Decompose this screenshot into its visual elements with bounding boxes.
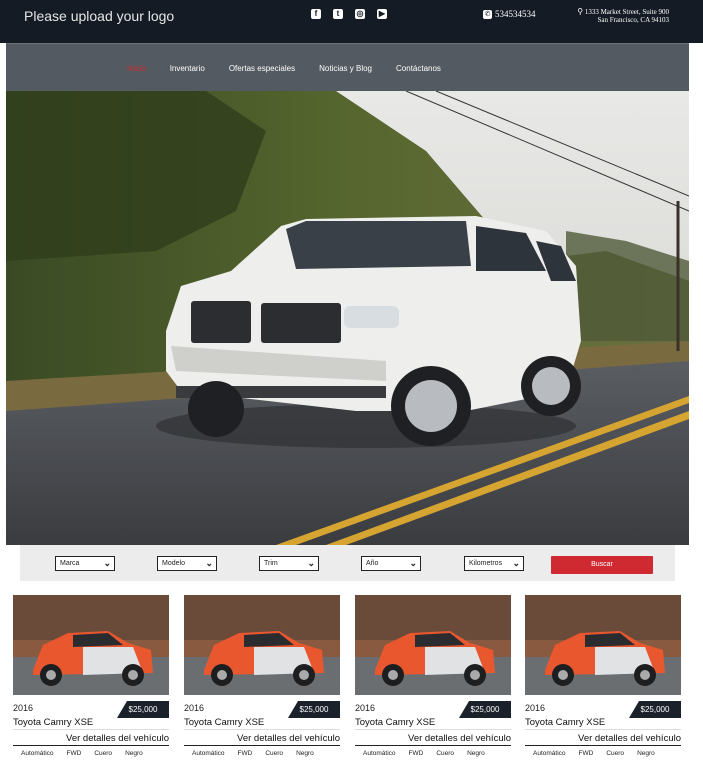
chevron-down-icon: ⌄ — [103, 558, 111, 568]
car-thumbnail[interactable] — [13, 595, 169, 695]
price-badge: $25,000 — [117, 701, 169, 718]
spec-interior: Cuero — [436, 750, 455, 757]
listing-specs: Automático FWD Cuero Negro — [21, 750, 169, 757]
instagram-icon[interactable]: ◎ — [355, 9, 365, 19]
spec-interior: Cuero — [94, 750, 113, 757]
twitter-icon[interactable]: t — [333, 9, 343, 19]
phone-icon: ✆ — [483, 9, 492, 19]
main-nav: Inicio Inventario Ofertas especiales Not… — [6, 43, 689, 91]
listing-specs: Automático FWD Cuero Negro — [192, 750, 340, 757]
listing-card[interactable]: 2016 $25,000 Toyota Camry XSE Ver detall… — [184, 595, 340, 777]
listing-specs: Automático FWD Cuero Negro — [363, 750, 511, 757]
listing-year: 2016 — [355, 703, 376, 713]
listing-title[interactable]: Toyota Camry XSE — [13, 717, 93, 728]
listing-year: 2016 — [525, 703, 546, 713]
filter-kilometros-label: Kilometros — [469, 560, 503, 567]
price-badge: $25,000 — [288, 701, 340, 718]
view-details-link[interactable]: Ver detalles del vehículo — [66, 733, 169, 744]
top-bar: Please upload your logo f t ◎ ▶ ✆ 534534… — [0, 0, 703, 43]
filter-marca-label: Marca — [60, 560, 80, 567]
nav-menu: Inicio Inventario Ofertas especiales Not… — [127, 64, 465, 73]
listing-card[interactable]: 2016 $25,000 Toyota Camry XSE Ver detall… — [13, 595, 169, 777]
view-details-link[interactable]: Ver detalles del vehículo — [578, 733, 681, 744]
search-filter-bar: Marca ⌄ Modelo ⌄ Trim ⌄ Año ⌄ Kilometros ⌄ Bu… — [20, 545, 675, 581]
spec-drive: FWD — [66, 750, 82, 757]
nav-item-ofertas[interactable]: Ofertas especiales — [229, 64, 295, 73]
logo-text[interactable]: Please upload your logo — [24, 8, 174, 24]
address-line2: San Francisco, CA 94103 — [597, 16, 669, 24]
chevron-down-icon: ⌄ — [409, 558, 417, 568]
filter-ano-label: Año — [366, 560, 379, 567]
nav-item-inventario[interactable]: Inventario — [170, 64, 205, 73]
spec-transmission: Automático — [363, 750, 396, 757]
listing-card[interactable]: 2016 $25,000 Toyota Camry XSE Ver detall… — [355, 595, 511, 777]
divider — [525, 745, 681, 746]
listing-title[interactable]: Toyota Camry XSE — [525, 717, 605, 728]
search-button[interactable]: Buscar — [551, 556, 653, 574]
divider — [13, 745, 169, 746]
spec-color: Negro — [296, 750, 314, 757]
facebook-icon[interactable]: f — [311, 9, 321, 19]
spec-interior: Cuero — [606, 750, 625, 757]
spec-transmission: Automático — [192, 750, 225, 757]
social-links: f t ◎ ▶ — [311, 9, 387, 19]
filter-modelo-label: Modelo — [162, 560, 185, 567]
view-details-link[interactable]: Ver detalles del vehículo — [237, 733, 340, 744]
listing-year: 2016 — [184, 703, 205, 713]
address: ⚲ 1333 Market Street, Suite 900 San Fran… — [563, 7, 669, 25]
car-thumbnail[interactable] — [525, 595, 681, 695]
youtube-icon[interactable]: ▶ — [377, 9, 387, 19]
price-badge: $25,000 — [459, 701, 511, 718]
spec-drive: FWD — [408, 750, 424, 757]
filter-marca[interactable]: Marca ⌄ — [55, 556, 115, 571]
car-thumbnail[interactable] — [184, 595, 340, 695]
price-badge: $25,000 — [629, 701, 681, 718]
phone-number: 534534534 — [495, 9, 536, 19]
listing-title[interactable]: Toyota Camry XSE — [355, 717, 435, 728]
divider — [525, 729, 681, 730]
listing-specs: Automático FWD Cuero Negro — [533, 750, 681, 757]
nav-item-noticias[interactable]: Noticias y Blog — [319, 64, 372, 73]
listing-card[interactable]: 2016 $25,000 Toyota Camry XSE Ver detall… — [525, 595, 681, 777]
car-thumbnail[interactable] — [355, 595, 511, 695]
spec-interior: Cuero — [265, 750, 284, 757]
filter-kilometros[interactable]: Kilometros ⌄ — [464, 556, 524, 571]
listing-title[interactable]: Toyota Camry XSE — [184, 717, 264, 728]
filter-modelo[interactable]: Modelo ⌄ — [157, 556, 217, 571]
chevron-down-icon: ⌄ — [512, 558, 520, 568]
divider — [355, 729, 511, 730]
hero-image — [6, 91, 689, 545]
listing-year: 2016 — [13, 703, 34, 713]
spec-transmission: Automático — [21, 750, 54, 757]
spec-drive: FWD — [237, 750, 253, 757]
filter-trim[interactable]: Trim ⌄ — [259, 556, 319, 571]
view-details-link[interactable]: Ver detalles del vehículo — [408, 733, 511, 744]
divider — [184, 745, 340, 746]
nav-item-contacto[interactable]: Contáctanos — [396, 64, 441, 73]
spec-color: Negro — [467, 750, 485, 757]
spec-transmission: Automático — [533, 750, 566, 757]
spec-color: Negro — [637, 750, 655, 757]
divider — [13, 729, 169, 730]
filter-trim-label: Trim — [264, 560, 278, 567]
map-pin-icon: ⚲ — [577, 7, 584, 16]
spec-drive: FWD — [578, 750, 594, 757]
chevron-down-icon: ⌄ — [205, 558, 213, 568]
phone-contact[interactable]: ✆ 534534534 — [483, 9, 536, 19]
divider — [184, 729, 340, 730]
nav-item-inicio[interactable]: Inicio — [127, 64, 146, 73]
divider — [355, 745, 511, 746]
spec-color: Negro — [125, 750, 143, 757]
address-line1: 1333 Market Street, Suite 900 — [584, 8, 669, 16]
chevron-down-icon: ⌄ — [307, 558, 315, 568]
filter-ano[interactable]: Año ⌄ — [361, 556, 421, 571]
